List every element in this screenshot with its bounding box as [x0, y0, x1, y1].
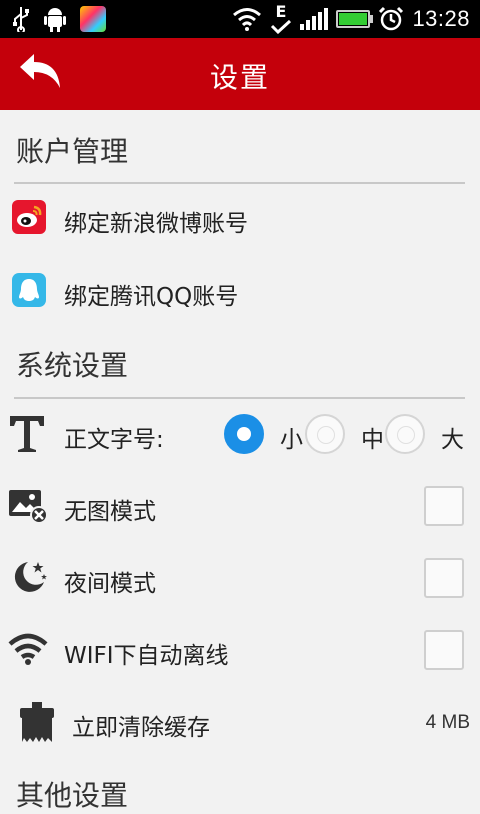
- section-title-system: 系统设置: [16, 349, 129, 382]
- weibo-icon: [12, 200, 46, 234]
- font-size-label: 正文字号:: [64, 427, 164, 453]
- no-image-icon: [9, 490, 48, 524]
- font-size-small-radio[interactable]: [224, 414, 264, 454]
- font-size-medium-label: 中: [361, 427, 384, 453]
- bind-weibo-label: 绑定新浪微博账号: [64, 211, 248, 237]
- bind-qq-label: 绑定腾讯QQ账号: [64, 284, 239, 310]
- font-size-large-radio[interactable]: [385, 414, 425, 454]
- night-mode-label: 夜间模式: [64, 571, 156, 597]
- section-title-other: 其他设置: [16, 779, 129, 812]
- wifi-offline-icon: [8, 633, 48, 665]
- section-title-account: 账户管理: [16, 135, 129, 168]
- network-type-label: E: [275, 2, 287, 21]
- app-notification-icon: [80, 6, 106, 32]
- wifi-offline-checkbox[interactable]: [424, 630, 464, 670]
- android-debug-icon: [44, 8, 66, 32]
- alarm-icon: [379, 6, 404, 31]
- no-image-mode-checkbox[interactable]: [424, 486, 464, 526]
- wifi-icon: [233, 8, 262, 31]
- signal-icon: [300, 8, 329, 30]
- settings-list: 账户管理 绑定新浪微博账号 绑定腾讯QQ账号 系统设置 正文字号: 小 中 大 …: [0, 110, 480, 812]
- header-bar: 设置: [0, 38, 480, 110]
- wifi-offline-row[interactable]: WIFI下自动离线: [0, 620, 480, 680]
- no-image-mode-label: 无图模式: [64, 499, 156, 525]
- no-image-mode-row[interactable]: 无图模式: [0, 476, 480, 536]
- page-title: 设置: [209, 61, 270, 94]
- bind-weibo-row[interactable]: 绑定新浪微博账号: [0, 188, 480, 248]
- qq-icon: [12, 273, 46, 307]
- font-size-row: 正文字号: 小 中 大: [0, 404, 480, 464]
- section-divider: [14, 397, 465, 399]
- clear-cache-row[interactable]: 立即清除缓存 4 MB: [0, 692, 480, 752]
- clear-cache-label: 立即清除缓存: [72, 715, 210, 741]
- text-size-icon: [10, 416, 44, 452]
- night-mode-icon: [14, 562, 47, 592]
- font-size-small-label: 小: [280, 427, 303, 453]
- font-size-large-label: 大: [441, 427, 464, 453]
- broom-icon: [20, 702, 54, 742]
- night-mode-row[interactable]: 夜间模式: [0, 548, 480, 608]
- cache-size-value: 4 MB: [425, 712, 470, 733]
- usb-icon: [13, 7, 29, 32]
- night-mode-checkbox[interactable]: [424, 558, 464, 598]
- font-size-medium-radio[interactable]: [305, 414, 345, 454]
- battery-icon: [336, 10, 374, 28]
- clock: 13:28: [412, 6, 470, 31]
- bind-qq-row[interactable]: 绑定腾讯QQ账号: [0, 261, 480, 321]
- wifi-offline-label: WIFI下自动离线: [64, 643, 229, 669]
- status-bar: E 13:28: [0, 0, 480, 38]
- data-e-icon: E: [270, 2, 292, 34]
- section-divider: [14, 182, 465, 184]
